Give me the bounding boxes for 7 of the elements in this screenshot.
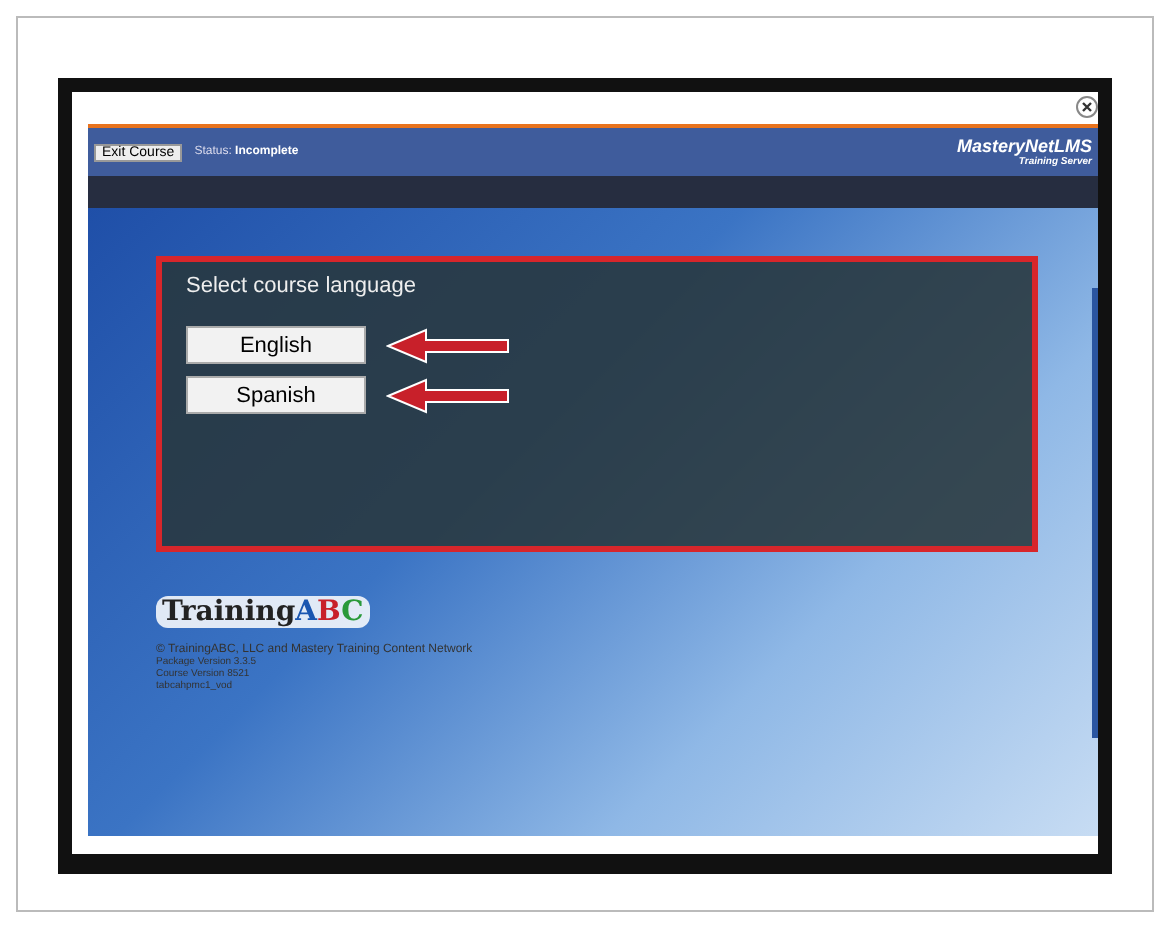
dialog-title: Select course language (186, 274, 418, 298)
close-icon[interactable] (1076, 96, 1098, 118)
language-button[interactable]: Spanish (186, 376, 366, 414)
brand-logo-text: MasteryNetLMS (956, 137, 1092, 155)
training-logo: TrainingABC (156, 596, 370, 628)
language-button[interactable]: English (186, 326, 366, 364)
scrollbar[interactable] (1092, 288, 1098, 738)
